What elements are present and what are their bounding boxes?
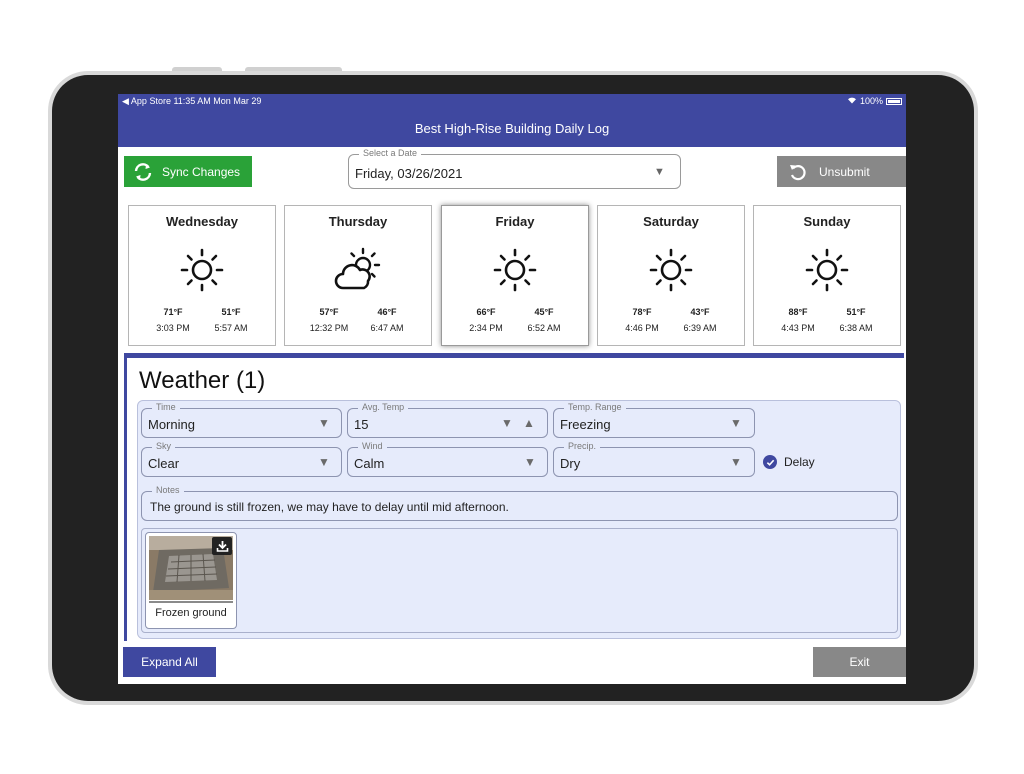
- battery-icon: [886, 97, 902, 105]
- section-title[interactable]: Weather (1): [139, 367, 265, 395]
- exit-button[interactable]: Exit: [813, 647, 906, 677]
- forecast-high-temp: 88°F: [788, 307, 808, 317]
- weather-form: Time Morning ▼ Avg. Temp 15 ▼ ▲ Temp. Ra…: [137, 400, 901, 639]
- avg-temp-stepper[interactable]: Avg. Temp 15 ▼ ▲: [347, 402, 548, 438]
- forecast-low-temp: 45°F: [534, 307, 554, 317]
- sun-icon: [649, 248, 693, 292]
- forecast-card-friday[interactable]: Friday 66°F 45°F 2:34 PM 6:52 AM: [441, 205, 589, 346]
- forecast-low-time: 6:39 AM: [683, 323, 717, 333]
- notes-value: The ground is still frozen, we may have …: [150, 500, 509, 514]
- forecast-card-wednesday[interactable]: Wednesday 71°F 51°F 3:03 PM 5:57 AM: [128, 205, 276, 346]
- page-title: Best High-Rise Building Daily Log: [414, 121, 610, 136]
- wifi-icon: [847, 96, 857, 106]
- forecast-day-name: Thursday: [328, 214, 388, 229]
- chevron-down-icon: ▼: [524, 455, 536, 469]
- wind-select[interactable]: Wind Calm ▼: [347, 441, 548, 477]
- forecast-high-temp: 66°F: [476, 307, 496, 317]
- app-header: ◀ App Store 11:35 AM Mon Mar 29 100% Bes…: [118, 94, 906, 147]
- photo-divider: [149, 601, 233, 603]
- forecast-card-sunday[interactable]: Sunday 88°F 51°F 4:43 PM 6:38 AM: [753, 205, 901, 346]
- forecast-low-temp: 46°F: [377, 307, 397, 317]
- chevron-down-icon: ▼: [318, 416, 330, 430]
- sun-icon: [180, 248, 224, 292]
- date-select[interactable]: Select a Date Friday, 03/26/2021 ▼: [348, 148, 681, 189]
- sun-icon: [493, 248, 537, 292]
- sun-icon: [805, 248, 849, 292]
- battery-percent: 100%: [859, 96, 883, 106]
- time-select-label: Time: [152, 402, 180, 412]
- status-bar-left: ◀ App Store 11:35 AM Mon Mar 29: [122, 96, 262, 106]
- forecast-high-time: 3:03 PM: [156, 323, 190, 333]
- delay-label: Delay: [784, 455, 815, 469]
- precip-select-value: Dry: [560, 456, 581, 471]
- sky-select-label: Sky: [152, 441, 176, 451]
- partly-cloudy-icon: [334, 247, 381, 290]
- weather-section: Weather (1) Time Morning ▼ Avg. Temp 15 …: [124, 353, 904, 641]
- date-select-label: Select a Date: [359, 148, 422, 158]
- sync-icon: [124, 162, 162, 182]
- forecast-high-temp: 78°F: [632, 307, 652, 317]
- forecast-card-thursday[interactable]: Thursday 57°F 46°F 12:32 PM 6:47 AM: [284, 205, 432, 346]
- forecast-low-time: 6:52 AM: [527, 323, 561, 333]
- notes-label: Notes: [152, 485, 184, 495]
- forecast-high-temp: 71°F: [163, 307, 183, 317]
- forecast-low-time: 6:47 AM: [370, 323, 404, 333]
- temp-range-value: Freezing: [560, 417, 611, 432]
- forecast-high-temp: 57°F: [319, 307, 339, 317]
- wind-select-value: Calm: [354, 456, 385, 471]
- avg-temp-value: 15: [354, 417, 369, 432]
- forecast-high-time: 12:32 PM: [309, 323, 349, 333]
- sync-changes-label: Sync Changes: [162, 164, 241, 179]
- forecast-high-time: 2:34 PM: [469, 323, 503, 333]
- unsubmit-button[interactable]: Unsubmit: [777, 156, 906, 187]
- increment-icon[interactable]: ▲: [523, 416, 535, 430]
- precip-select-label: Precip.: [564, 441, 601, 451]
- sky-select-value: Clear: [148, 456, 180, 471]
- chevron-down-icon: ▼: [730, 455, 742, 469]
- app-screen: ◀ App Store 11:35 AM Mon Mar 29 100% Bes…: [118, 94, 906, 684]
- download-icon[interactable]: [212, 537, 232, 555]
- photo-gallery: Frozen ground: [141, 528, 898, 633]
- forecast-day-name: Friday: [495, 214, 535, 229]
- forecast-card-saturday[interactable]: Saturday 78°F 43°F 4:46 PM 6:39 AM: [597, 205, 745, 346]
- time-select[interactable]: Time Morning ▼: [141, 402, 342, 438]
- chevron-down-icon: ▼: [730, 416, 742, 430]
- photo-card[interactable]: Frozen ground: [145, 532, 237, 629]
- unsubmit-label: Unsubmit: [819, 164, 870, 179]
- expand-all-button[interactable]: Expand All: [123, 647, 216, 677]
- forecast-day-name: Wednesday: [165, 214, 238, 229]
- forecast-low-time: 6:38 AM: [839, 323, 873, 333]
- forecast-low-temp: 43°F: [690, 307, 710, 317]
- forecast-high-time: 4:43 PM: [781, 323, 815, 333]
- time-select-value: Morning: [148, 417, 195, 432]
- checkmark-icon: [763, 455, 777, 469]
- sync-changes-button[interactable]: Sync Changes: [124, 156, 252, 187]
- decrement-icon[interactable]: ▼: [501, 416, 513, 430]
- temp-range-select[interactable]: Temp. Range Freezing ▼: [553, 402, 755, 438]
- date-select-value: Friday, 03/26/2021: [355, 166, 463, 181]
- temp-range-label: Temp. Range: [564, 402, 626, 412]
- precip-select[interactable]: Precip. Dry ▼: [553, 441, 755, 477]
- wind-select-label: Wind: [358, 441, 387, 451]
- notes-field[interactable]: Notes The ground is still frozen, we may…: [141, 485, 898, 521]
- undo-icon: [777, 162, 819, 182]
- chevron-down-icon: ▼: [654, 166, 665, 178]
- status-bar-right: 100%: [847, 96, 902, 106]
- avg-temp-label: Avg. Temp: [358, 402, 409, 412]
- forecast-day-name: Sunday: [803, 214, 851, 229]
- forecast-low-temp: 51°F: [221, 307, 241, 317]
- forecast-high-time: 4:46 PM: [625, 323, 659, 333]
- sky-select[interactable]: Sky Clear ▼: [141, 441, 342, 477]
- photo-caption: Frozen ground: [155, 607, 227, 619]
- delay-checkbox[interactable]: Delay: [763, 455, 815, 469]
- forecast-low-time: 5:57 AM: [214, 323, 248, 333]
- forecast-low-temp: 51°F: [846, 307, 866, 317]
- forecast-day-name: Saturday: [643, 214, 699, 229]
- chevron-down-icon: ▼: [318, 455, 330, 469]
